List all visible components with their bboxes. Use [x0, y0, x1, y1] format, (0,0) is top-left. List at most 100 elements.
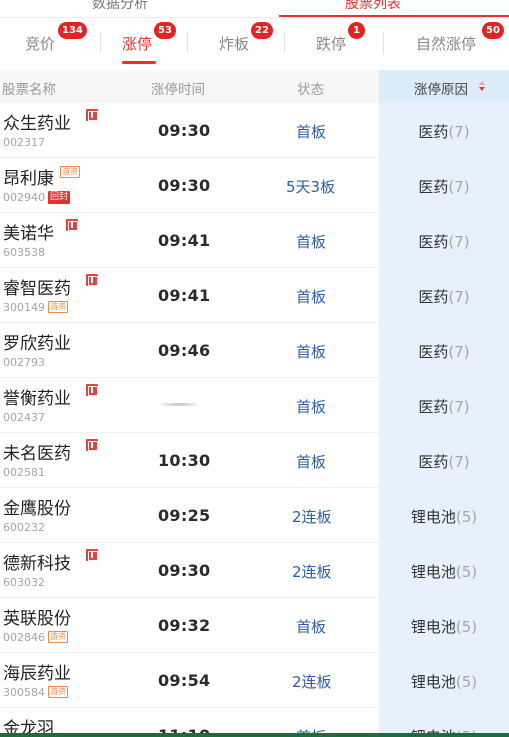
limit-up-time: 09:30 [158, 561, 211, 580]
board-status: 5天3板 [286, 178, 336, 196]
stock-name: 罗欣药业 [3, 334, 71, 354]
reason-count: (5) [455, 563, 478, 581]
reason-text: 医药 [418, 453, 449, 471]
reason-text: 锂电池 [410, 673, 456, 691]
margin-trading-icon [86, 109, 98, 121]
table-row[interactable]: 医药(7) 美诺华 603538 09:41 首板 [0, 213, 509, 268]
stock-code: 002317 [3, 136, 45, 149]
tab-auction[interactable]: 竞价 134 [0, 18, 100, 70]
margin-trading-icon [86, 549, 98, 561]
limit-up-time: 09:41 [158, 231, 211, 250]
tab-separator [100, 32, 101, 54]
limit-up-time: 09:30 [158, 121, 211, 140]
reason-count: (7) [448, 343, 470, 361]
reason-cell: 锂电池(5) [379, 543, 509, 598]
sub-tab-bar: 竞价 134 涨停 53 炸板 22 跌停 1 自然涨停 50 [0, 18, 509, 70]
stock-code: 300584 [3, 686, 45, 699]
board-status: 2连板 [292, 673, 332, 691]
reason-text: 医药 [418, 233, 449, 251]
stock-name: 昂利康 [3, 169, 54, 189]
tab-natural-limit-up[interactable]: 自然涨停 50 [409, 18, 509, 70]
stock-list: 医药(7) 众生药业 002317 09:30 首板 医药(7) 昂利康 游资 … [0, 103, 509, 737]
stock-name: 未名医药 [3, 444, 71, 464]
stock-code: 603032 [3, 576, 45, 589]
reason-text: 医药 [418, 288, 449, 306]
margin-trading-icon [86, 274, 98, 286]
stock-name: 金鹰股份 [3, 499, 71, 519]
reason-cell: 医药(7) [379, 268, 509, 323]
count-badge: 50 [482, 22, 504, 39]
youzi-tag: 游资 [60, 166, 80, 178]
reason-count: (7) [448, 123, 470, 141]
youzi-tag: 游资 [48, 631, 68, 643]
tab-broken-board[interactable]: 炸板 22 [219, 18, 319, 70]
stock-code: 002793 [3, 356, 45, 369]
stock-name: 睿智医药 [3, 279, 71, 299]
table-row[interactable]: 医药(7) 未名医药 002581 10:30 首板 [0, 433, 509, 488]
stock-code: 002940 [3, 191, 45, 204]
stock-name: 海辰药业 [3, 664, 71, 684]
reason-text: 锂电池 [410, 563, 456, 581]
table-row[interactable]: 锂电池(5) 英联股份 002846 游资 09:32 首板 [0, 598, 509, 653]
margin-trading-icon [66, 219, 78, 231]
limit-up-time: 09:32 [158, 616, 211, 635]
active-tab-underline [279, 15, 509, 17]
stock-code: 600232 [3, 521, 45, 534]
margin-trading-icon [86, 439, 98, 451]
header-reason-sort[interactable]: 涨停原因 [379, 70, 509, 103]
table-row[interactable]: 医药(7) 众生药业 002317 09:30 首板 [0, 103, 509, 158]
header-limit-up-time[interactable]: 涨停时间 [151, 78, 205, 98]
reason-cell: 医药(7) [379, 378, 509, 433]
reason-text: 医药 [418, 178, 449, 196]
board-status: 首板 [296, 123, 327, 141]
tab-separator [383, 32, 384, 54]
tab-stock-list[interactable]: 股票列表 [345, 0, 401, 13]
active-tab-underline [122, 61, 156, 64]
header-stock-name: 股票名称 [2, 82, 56, 98]
table-row[interactable]: 医药(7) 睿智医药 300149 游资 09:41 首板 [0, 268, 509, 323]
reason-cell: 医药(7) [379, 433, 509, 488]
reason-text: 医药 [418, 123, 449, 141]
reason-cell: 医药(7) [379, 158, 509, 213]
tab-data-analysis[interactable]: 数据分析 [92, 0, 148, 13]
tab-label: 跌停 [316, 35, 347, 53]
tab-separator [187, 32, 188, 54]
board-status: 首板 [296, 398, 327, 416]
tab-limit-down[interactable]: 跌停 1 [316, 18, 416, 70]
limit-up-time: 09:41 [158, 286, 211, 305]
header-status[interactable]: 状态 [297, 78, 324, 98]
board-status: 首板 [296, 343, 327, 361]
top-tab-bar: 数据分析 股票列表 [0, 0, 509, 18]
table-row[interactable]: 医药(7) 罗欣药业 002793 09:46 首板 [0, 323, 509, 378]
table-row[interactable]: 医药(7) 昂利康 游资 002940 回封 09:30 5天3板 [0, 158, 509, 213]
count-badge: 53 [154, 22, 176, 39]
stock-name: 众生药业 [3, 114, 71, 134]
tab-limit-up[interactable]: 涨停 53 [122, 18, 222, 70]
board-status: 首板 [296, 288, 327, 306]
tab-label: 竞价 [25, 35, 56, 53]
reason-cell: 医药(7) [379, 103, 509, 158]
limit-up-time: 10:30 [158, 451, 211, 470]
tab-label: 炸板 [219, 35, 250, 53]
board-status: 首板 [296, 453, 327, 471]
reason-count: (7) [448, 288, 470, 306]
reason-cell: 锂电池(5) [379, 488, 509, 543]
table-row[interactable]: 锂电池(5) 金鹰股份 600232 09:25 2连板 [0, 488, 509, 543]
tab-label: 涨停 [122, 35, 153, 53]
limit-up-time: 09:25 [158, 506, 211, 525]
table-row[interactable]: 锂电池(5) 德新科技 603032 09:30 2连板 [0, 543, 509, 598]
reason-count: (5) [455, 508, 478, 526]
board-status: 2连板 [292, 508, 332, 526]
stock-name: 英联股份 [3, 609, 71, 629]
tab-separator [284, 32, 285, 54]
reason-cell: 锂电池(5) [379, 598, 509, 653]
count-badge: 1 [348, 22, 365, 39]
table-row[interactable]: 医药(7) 誉衡药业 002437 首板 [0, 378, 509, 433]
stock-code: 002581 [3, 466, 45, 479]
count-badge: 22 [251, 22, 273, 39]
stock-code: 603538 [3, 246, 45, 259]
table-row[interactable]: 锂电池(5) 海辰药业 300584 游资 09:54 2连板 [0, 653, 509, 708]
limit-up-time: 09:46 [158, 341, 211, 360]
board-status: 首板 [296, 618, 327, 636]
reason-text: 医药 [418, 398, 449, 416]
